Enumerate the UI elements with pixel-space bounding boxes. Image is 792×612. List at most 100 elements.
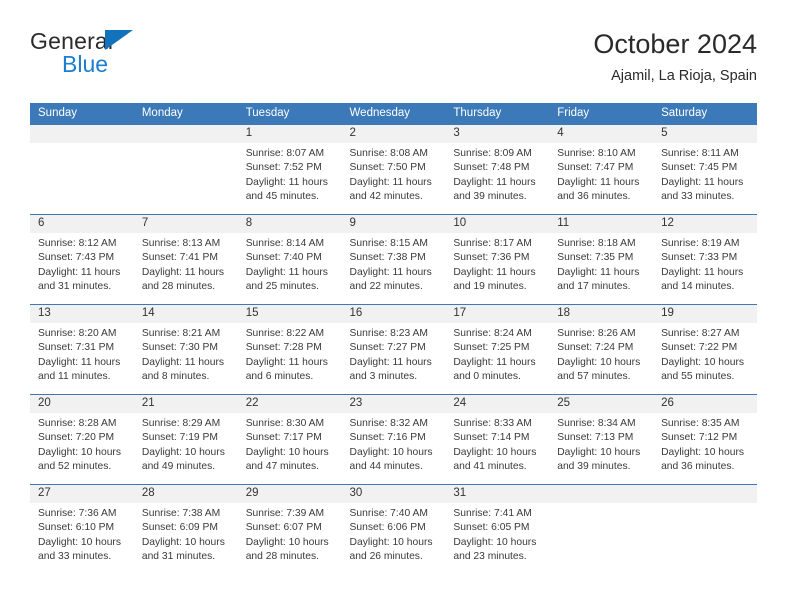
- day-cell[interactable]: 3 Sunrise: 8:09 AM Sunset: 7:48 PM Dayli…: [445, 125, 550, 215]
- daylight-line2: and 14 minutes.: [661, 281, 735, 293]
- day-cell[interactable]: 16 Sunrise: 8:23 AM Sunset: 7:27 PM Dayl…: [341, 304, 446, 395]
- day-cell[interactable]: 21 Sunrise: 8:29 AM Sunset: 7:19 PM Dayl…: [133, 394, 238, 485]
- daylight-line2: and 25 minutes.: [245, 281, 319, 293]
- daylight-line2: and 41 minutes.: [453, 461, 527, 473]
- day-details: Sunrise: 8:33 AM Sunset: 7:14 PM Dayligh…: [445, 413, 549, 475]
- day-number: 28: [133, 485, 238, 503]
- sunset-time: Sunset: 7:41 PM: [141, 252, 218, 264]
- day-cell[interactable]: 29 Sunrise: 7:39 AM Sunset: 6:07 PM Dayl…: [237, 484, 342, 574]
- sunset-time: Sunset: 7:14 PM: [453, 432, 530, 444]
- day-cell[interactable]: 6 Sunrise: 8:12 AM Sunset: 7:43 PM Dayli…: [30, 214, 134, 305]
- logo-triangle-icon: [105, 30, 133, 50]
- day-cell[interactable]: 10 Sunrise: 8:17 AM Sunset: 7:36 PM Dayl…: [445, 214, 550, 305]
- daylight-line2: and 3 minutes.: [349, 371, 418, 383]
- day-number: [133, 125, 238, 143]
- calendar-body: 1 Sunrise: 8:07 AM Sunset: 7:52 PM Dayli…: [30, 125, 757, 574]
- sunrise-time: Sunrise: 8:27 AM: [661, 328, 740, 339]
- day-cell[interactable]: 18 Sunrise: 8:26 AM Sunset: 7:24 PM Dayl…: [549, 304, 654, 395]
- day-number: 18: [549, 305, 654, 323]
- day-cell[interactable]: 19 Sunrise: 8:27 AM Sunset: 7:22 PM Dayl…: [653, 304, 757, 395]
- day-cell[interactable]: 15 Sunrise: 8:22 AM Sunset: 7:28 PM Dayl…: [237, 304, 342, 395]
- weekday-header-thursday: Thursday: [445, 103, 550, 125]
- sunrise-time: Sunrise: 8:14 AM: [245, 238, 325, 249]
- day-details: Sunrise: 8:35 AM Sunset: 7:12 PM Dayligh…: [653, 413, 757, 475]
- day-cell[interactable]: 12 Sunrise: 8:19 AM Sunset: 7:33 PM Dayl…: [653, 214, 757, 305]
- sunrise-time: Sunrise: 7:38 AM: [141, 508, 221, 519]
- sunrise-time: Sunrise: 8:35 AM: [661, 418, 740, 429]
- sunrise-time: Sunrise: 8:28 AM: [38, 418, 117, 429]
- day-details: Sunrise: 8:13 AM Sunset: 7:41 PM Dayligh…: [134, 233, 238, 295]
- day-details: Sunrise: 8:30 AM Sunset: 7:17 PM Dayligh…: [238, 413, 342, 475]
- day-cell[interactable]: 14 Sunrise: 8:21 AM Sunset: 7:30 PM Dayl…: [133, 304, 238, 395]
- day-cell[interactable]: 11 Sunrise: 8:18 AM Sunset: 7:35 PM Dayl…: [549, 214, 654, 305]
- day-cell[interactable]: 27 Sunrise: 7:36 AM Sunset: 6:10 PM Dayl…: [30, 484, 134, 574]
- sunrise-time: Sunrise: 7:36 AM: [38, 508, 117, 519]
- sunrise-time: Sunrise: 8:17 AM: [453, 238, 532, 249]
- day-details: Sunrise: 8:07 AM Sunset: 7:52 PM Dayligh…: [238, 143, 342, 205]
- day-cell[interactable]: 20 Sunrise: 8:28 AM Sunset: 7:20 PM Dayl…: [30, 394, 134, 485]
- day-cell[interactable]: 28 Sunrise: 7:38 AM Sunset: 6:09 PM Dayl…: [133, 484, 238, 574]
- daylight-line2: and 31 minutes.: [38, 281, 112, 293]
- day-details: Sunrise: 8:14 AM Sunset: 7:40 PM Dayligh…: [238, 233, 342, 295]
- general-blue-logo[interactable]: General Blue: [30, 28, 260, 88]
- day-cell-empty: [549, 484, 654, 574]
- daylight-line2: and 23 minutes.: [453, 551, 527, 563]
- day-cell[interactable]: 25 Sunrise: 8:34 AM Sunset: 7:13 PM Dayl…: [549, 394, 654, 485]
- sunset-time: Sunset: 7:27 PM: [349, 342, 426, 354]
- day-details: Sunrise: 8:27 AM Sunset: 7:22 PM Dayligh…: [653, 323, 757, 385]
- day-number: 21: [133, 395, 238, 413]
- sunrise-time: Sunrise: 8:09 AM: [453, 148, 532, 159]
- day-cell[interactable]: 26 Sunrise: 8:35 AM Sunset: 7:12 PM Dayl…: [653, 394, 757, 485]
- daylight-line2: and 22 minutes.: [349, 281, 423, 293]
- day-cell[interactable]: 24 Sunrise: 8:33 AM Sunset: 7:14 PM Dayl…: [445, 394, 550, 485]
- day-cell[interactable]: 22 Sunrise: 8:30 AM Sunset: 7:17 PM Dayl…: [237, 394, 342, 485]
- day-number: 22: [237, 395, 342, 413]
- calendar-header-row: Sunday Monday Tuesday Wednesday Thursday…: [30, 103, 757, 125]
- daylight-line2: and 39 minutes.: [453, 191, 527, 203]
- sunset-time: Sunset: 7:19 PM: [141, 432, 218, 444]
- day-number: 19: [653, 305, 757, 323]
- day-cell[interactable]: 5 Sunrise: 8:11 AM Sunset: 7:45 PM Dayli…: [653, 125, 757, 215]
- sunrise-time: Sunrise: 7:41 AM: [453, 508, 532, 519]
- daylight-line1: Daylight: 11 hours: [245, 356, 328, 368]
- sunrise-time: Sunrise: 7:40 AM: [349, 508, 428, 519]
- day-number: 1: [237, 125, 342, 143]
- sunset-time: Sunset: 7:13 PM: [557, 432, 634, 444]
- sunset-time: Sunset: 7:47 PM: [557, 162, 634, 174]
- day-cell[interactable]: 4 Sunrise: 8:10 AM Sunset: 7:47 PM Dayli…: [549, 125, 654, 215]
- sunset-time: Sunset: 7:22 PM: [661, 342, 738, 354]
- sunrise-time: Sunrise: 8:20 AM: [38, 328, 117, 339]
- day-number: 16: [341, 305, 446, 323]
- day-number: 4: [549, 125, 654, 143]
- sunrise-time: Sunrise: 8:10 AM: [557, 148, 636, 159]
- sunset-time: Sunset: 7:52 PM: [245, 162, 322, 174]
- day-cell[interactable]: 31 Sunrise: 7:41 AM Sunset: 6:05 PM Dayl…: [445, 484, 550, 574]
- day-cell[interactable]: 7 Sunrise: 8:13 AM Sunset: 7:41 PM Dayli…: [133, 214, 238, 305]
- daylight-line1: Daylight: 11 hours: [661, 266, 744, 278]
- day-cell[interactable]: 13 Sunrise: 8:20 AM Sunset: 7:31 PM Dayl…: [30, 304, 134, 395]
- sunset-time: Sunset: 7:38 PM: [349, 252, 426, 264]
- sunset-time: Sunset: 7:28 PM: [245, 342, 322, 354]
- day-cell[interactable]: 9 Sunrise: 8:15 AM Sunset: 7:38 PM Dayli…: [341, 214, 446, 305]
- sunset-time: Sunset: 6:05 PM: [453, 522, 530, 534]
- daylight-line1: Daylight: 11 hours: [453, 266, 536, 278]
- day-cell[interactable]: 30 Sunrise: 7:40 AM Sunset: 6:06 PM Dayl…: [341, 484, 446, 574]
- daylight-line2: and 39 minutes.: [557, 461, 631, 473]
- day-cell[interactable]: 1 Sunrise: 8:07 AM Sunset: 7:52 PM Dayli…: [237, 125, 342, 215]
- daylight-line1: Daylight: 10 hours: [349, 536, 433, 548]
- sunset-time: Sunset: 7:30 PM: [141, 342, 218, 354]
- page-subtitle: Ajamil, La Rioja, Spain: [611, 68, 757, 84]
- sunset-time: Sunset: 7:45 PM: [661, 162, 738, 174]
- day-cell[interactable]: 8 Sunrise: 8:14 AM Sunset: 7:40 PM Dayli…: [237, 214, 342, 305]
- sunrise-time: Sunrise: 8:21 AM: [141, 328, 221, 339]
- daylight-line2: and 52 minutes.: [38, 461, 112, 473]
- day-number: 14: [133, 305, 238, 323]
- day-details: Sunrise: 8:11 AM Sunset: 7:45 PM Dayligh…: [653, 143, 757, 205]
- daylight-line2: and 36 minutes.: [661, 461, 735, 473]
- day-cell[interactable]: 17 Sunrise: 8:24 AM Sunset: 7:25 PM Dayl…: [445, 304, 550, 395]
- daylight-line1: Daylight: 11 hours: [349, 266, 432, 278]
- day-cell-empty: [133, 125, 238, 215]
- sunrise-time: Sunrise: 8:30 AM: [245, 418, 325, 429]
- day-cell[interactable]: 2 Sunrise: 8:08 AM Sunset: 7:50 PM Dayli…: [341, 125, 446, 215]
- day-cell[interactable]: 23 Sunrise: 8:32 AM Sunset: 7:16 PM Dayl…: [341, 394, 446, 485]
